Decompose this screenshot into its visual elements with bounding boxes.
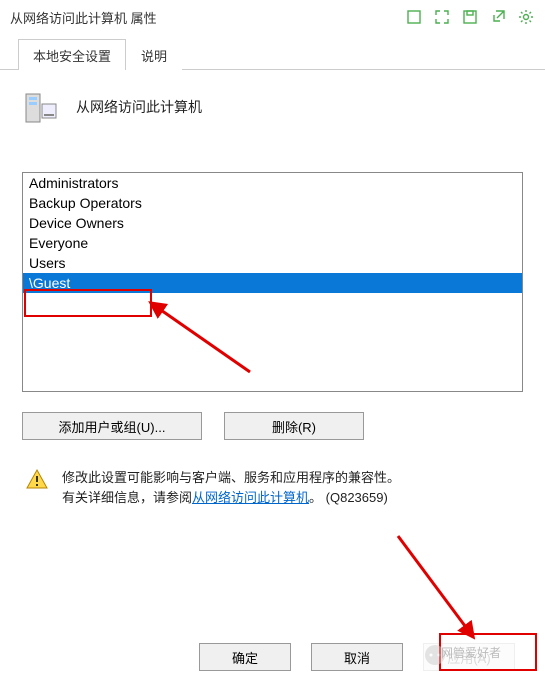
fullscreen-icon[interactable] (433, 8, 451, 26)
cancel-button[interactable]: 取消 (311, 643, 403, 671)
share-icon[interactable] (489, 8, 507, 26)
list-item[interactable]: Everyone (23, 233, 522, 253)
annotation-arrow-2 (390, 530, 480, 640)
list-item[interactable]: Users (23, 253, 522, 273)
compatibility-warning: 修改此设置可能影响与客户端、服务和应用程序的兼容性。 有关详细信息，请参阅从网络… (22, 468, 523, 508)
policy-heading: 从网络访问此计算机 (76, 97, 202, 117)
warning-line2a: 有关详细信息，请参阅 (62, 490, 192, 505)
list-item-label: Administrators (29, 175, 118, 191)
list-item-label: Users (29, 255, 66, 271)
list-item-label: Device Owners (29, 215, 124, 231)
tab-local-security[interactable]: 本地安全设置 (18, 39, 126, 70)
add-user-group-button[interactable]: 添加用户或组(U)... (22, 412, 202, 440)
list-item[interactable]: Backup Operators (23, 193, 522, 213)
list-item[interactable]: \Guest (23, 273, 522, 293)
warning-line1: 修改此设置可能影响与客户端、服务和应用程序的兼容性。 (62, 470, 400, 485)
server-icon (22, 88, 60, 126)
policy-header: 从网络访问此计算机 (22, 88, 523, 126)
user-group-listbox[interactable]: Administrators Backup Operators Device Own… (22, 172, 523, 392)
remove-button[interactable]: 删除(R) (224, 412, 364, 440)
titlebar-actions (405, 8, 535, 26)
save-icon[interactable] (461, 8, 479, 26)
warning-line2b: 。 (Q823659) (309, 490, 388, 505)
window-title: 从网络访问此计算机 属性 (10, 8, 157, 27)
tab-content: 从网络访问此计算机 Administrators Backup Operators… (0, 70, 545, 520)
warning-icon (26, 468, 48, 490)
ok-button[interactable]: 确定 (199, 643, 291, 671)
list-item-label: Everyone (29, 235, 88, 251)
warning-text: 修改此设置可能影响与客户端、服务和应用程序的兼容性。 有关详细信息，请参阅从网络… (62, 468, 400, 508)
tab-explain[interactable]: 说明 (126, 39, 182, 70)
list-item[interactable]: Administrators (23, 173, 522, 193)
list-item-label: \Guest (29, 275, 70, 291)
watermark-text: 网管爱好者 (441, 644, 501, 661)
tab-bar: 本地安全设置 说明 (0, 38, 545, 70)
list-item[interactable]: Device Owners (23, 213, 522, 233)
help-link[interactable]: 从网络访问此计算机 (192, 490, 309, 505)
gear-icon[interactable] (517, 8, 535, 26)
title-bar: 从网络访问此计算机 属性 (0, 0, 545, 30)
list-button-row: 添加用户或组(U)... 删除(R) (22, 412, 523, 440)
list-item-label: Backup Operators (29, 195, 142, 211)
maximize-icon[interactable] (405, 8, 423, 26)
